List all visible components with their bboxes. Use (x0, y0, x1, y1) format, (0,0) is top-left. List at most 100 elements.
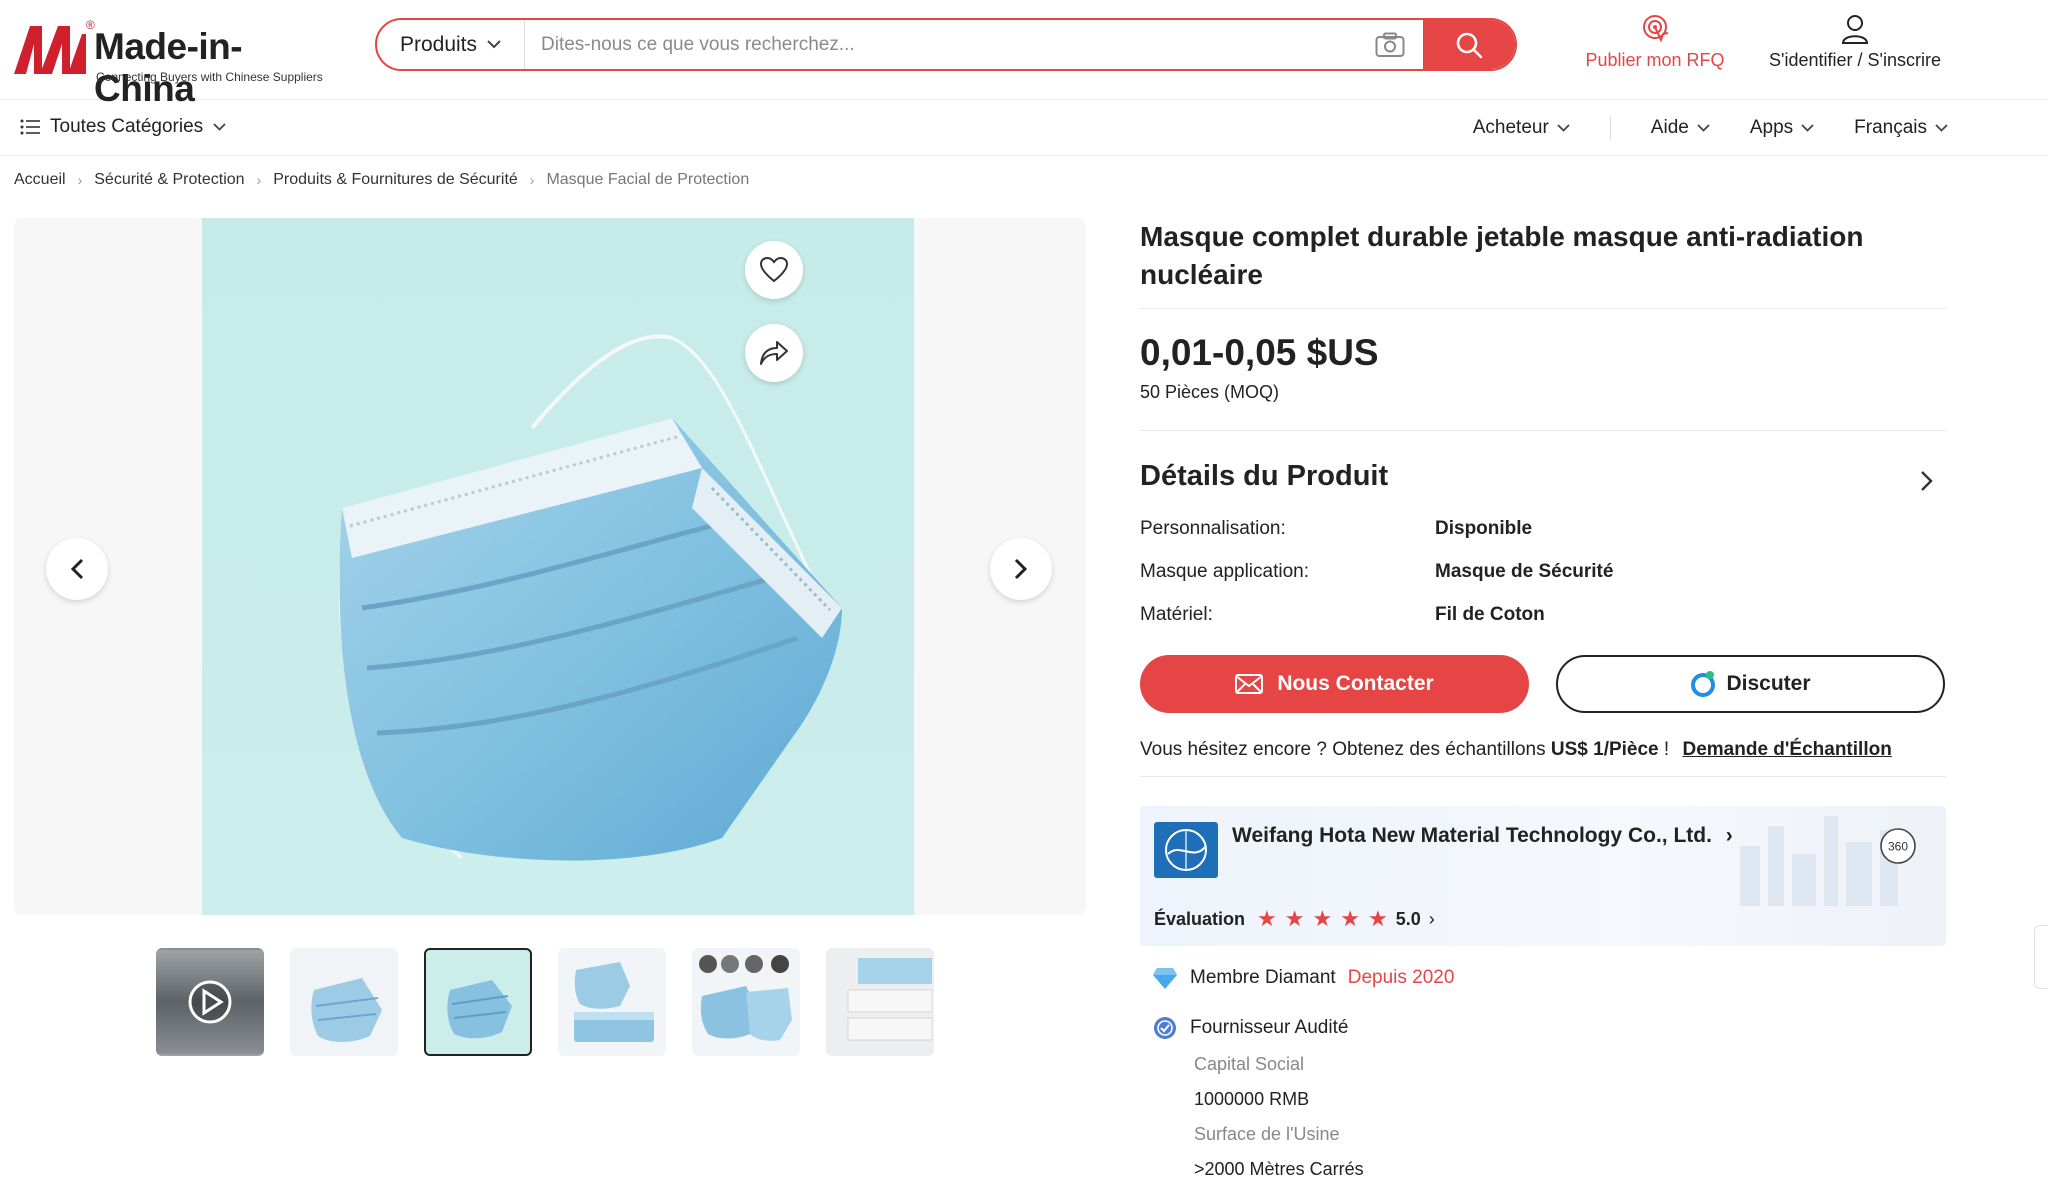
supplier-name[interactable]: Weifang Hota New Material Technology Co.… (1232, 824, 1733, 848)
breadcrumb-current: Masque Facial de Protection (546, 171, 750, 188)
chevron-down-icon (1557, 124, 1570, 132)
category-nav: Toutes Catégories Acheteur Aide Apps Fra… (0, 100, 2048, 156)
thumbnail-image[interactable] (558, 948, 666, 1056)
chevron-down-icon (1935, 124, 1948, 132)
chevron-down-icon (1697, 124, 1710, 132)
chevron-left-icon (70, 558, 84, 580)
user-icon (1841, 15, 1869, 44)
attribute-key: Matériel: (1140, 603, 1213, 625)
thumbnail-video[interactable] (156, 948, 264, 1056)
breadcrumb: Accueil › Sécurité & Protection › Produi… (14, 171, 749, 189)
all-categories-label: Toutes Catégories (50, 116, 204, 137)
search-input[interactable] (525, 20, 1395, 69)
nav-buyer-label: Acheteur (1472, 117, 1549, 138)
search-category-label: Produits (399, 32, 478, 56)
search-icon (1456, 32, 1483, 58)
chevron-down-icon (487, 40, 501, 49)
breadcrumb-safety-products[interactable]: Produits & Fournitures de Sécurité (273, 171, 518, 189)
nav-help-menu[interactable]: Aide (1651, 117, 1710, 139)
supplier-card[interactable]: Weifang Hota New Material Technology Co.… (1140, 806, 1946, 946)
sample-text: Vous hésitez encore ? Obtenez des échant… (1140, 739, 1546, 760)
logo-mark-icon (14, 26, 86, 74)
search-button[interactable] (1423, 20, 1515, 69)
chevron-right-icon: › (256, 172, 262, 188)
member-since: Depuis 2020 (1347, 967, 1455, 988)
sample-exclamation: ! (1663, 739, 1670, 760)
view-360-icon[interactable]: 360 (1878, 826, 1918, 866)
chevron-right-icon: › (1428, 908, 1435, 929)
thumbnail-image-active[interactable] (424, 948, 532, 1056)
nav-right-menu: Acheteur Aide Apps Français (1433, 116, 1948, 140)
nav-language-menu[interactable]: Français (1854, 117, 1948, 139)
login-link[interactable]: S'identifier / S'inscrire (1760, 14, 1950, 71)
attribute-value: Fil de Coton (1435, 603, 1545, 625)
breadcrumb-security[interactable]: Sécurité & Protection (94, 171, 244, 189)
nav-apps-label: Apps (1749, 117, 1794, 138)
thumbnail-image[interactable] (826, 948, 934, 1056)
thumbnail-image[interactable] (692, 948, 800, 1056)
rfq-label: Publier mon RFQ (1585, 50, 1725, 70)
product-main-image[interactable] (202, 218, 914, 915)
nav-buyer-menu[interactable]: Acheteur (1473, 117, 1570, 139)
mask-box-thumbnail-icon (574, 962, 654, 1042)
diamond-icon (1153, 968, 1177, 989)
star-icon: ★ (1284, 906, 1305, 931)
product-title: Masque complet durable jetable masque an… (1140, 221, 1864, 290)
product-details-heading[interactable]: Détails du Produit (1140, 460, 1388, 493)
rating-value: 5.0 (1395, 908, 1421, 929)
favorite-button[interactable] (745, 241, 803, 299)
logo-tagline: Connecting Buyers with Chinese Suppliers (96, 70, 323, 84)
product-gallery (14, 218, 1086, 915)
previous-image-button[interactable] (46, 538, 108, 600)
attribute-value: Masque de Sécurité (1435, 560, 1614, 582)
chevron-right-icon[interactable] (1920, 470, 1934, 492)
attribute-key: Personnalisation: (1140, 517, 1286, 539)
thumbnail-strip (156, 948, 934, 1056)
audited-label: Fournisseur Audité (1190, 1017, 1349, 1038)
contact-supplier-button[interactable]: Nous Contacter (1140, 655, 1529, 713)
attribute-row: Masque application: Masque de Sécurité (1140, 550, 1946, 593)
product-price: 0,01-0,05 $US (1140, 332, 1379, 373)
star-icon: ★ (1340, 906, 1360, 931)
supplier-name-text: Weifang Hota New Material Technology Co.… (1232, 824, 1712, 847)
rating-label: Évaluation (1154, 908, 1246, 929)
supplier-rating[interactable]: Évaluation ★ ★ ★ ★ ★ 5.0 › (1154, 908, 1435, 930)
attribute-key: Masque application: (1140, 560, 1309, 582)
factory-area-label: Surface de l'Usine (1194, 1124, 1340, 1144)
chevron-down-icon (213, 123, 226, 131)
contact-button-label: Nous Contacter (1277, 672, 1434, 695)
next-image-button[interactable] (990, 538, 1052, 600)
chevron-right-icon: › (1725, 824, 1733, 847)
chat-button[interactable]: Discuter (1556, 655, 1945, 713)
share-button[interactable] (745, 324, 803, 382)
divider (1140, 776, 1946, 777)
site-logo[interactable]: ® Made-in-China Connecting Buyers with C… (14, 18, 323, 109)
product-attributes: Personnalisation: Disponible Masque appl… (1140, 507, 1946, 636)
thumbnail-image[interactable] (290, 948, 398, 1056)
list-menu-icon (20, 119, 40, 135)
heart-icon (760, 257, 788, 283)
sample-request-line: Vous hésitez encore ? Obtenez des échant… (1140, 739, 1892, 761)
chevron-right-icon: › (77, 172, 83, 188)
post-rfq-link[interactable]: Publier mon RFQ (1575, 14, 1735, 71)
side-scroll-handle[interactable] (2034, 925, 2048, 989)
chat-button-label: Discuter (1726, 672, 1811, 695)
nav-language-label: Français (1854, 117, 1927, 138)
camera-search-icon[interactable] (1375, 32, 1405, 58)
stacked-masks-thumbnail-icon (847, 958, 932, 1041)
face-mask-illustration (338, 334, 842, 861)
login-label: S'identifier / S'inscrire (1769, 50, 1941, 70)
sample-price: US$ 1/Pièce (1550, 739, 1659, 760)
star-icon: ★ (1367, 906, 1388, 931)
view-360-label: 360 (1888, 840, 1908, 854)
breadcrumb-home[interactable]: Accueil (14, 171, 66, 189)
product-moq: 50 Pièces (MOQ) (1140, 382, 1280, 402)
all-categories-menu[interactable]: Toutes Catégories (20, 116, 226, 138)
envelope-icon (1235, 674, 1264, 694)
sample-request-link[interactable]: Demande d'Échantillon (1682, 739, 1891, 760)
diamond-member-badge: Membre Diamant Depuis 2020 (1152, 966, 1454, 990)
nav-apps-menu[interactable]: Apps (1750, 117, 1814, 139)
people-masks-thumbnail-icon (699, 955, 792, 1041)
divider (1140, 430, 1946, 431)
search-category-select[interactable]: Produits (377, 20, 525, 69)
